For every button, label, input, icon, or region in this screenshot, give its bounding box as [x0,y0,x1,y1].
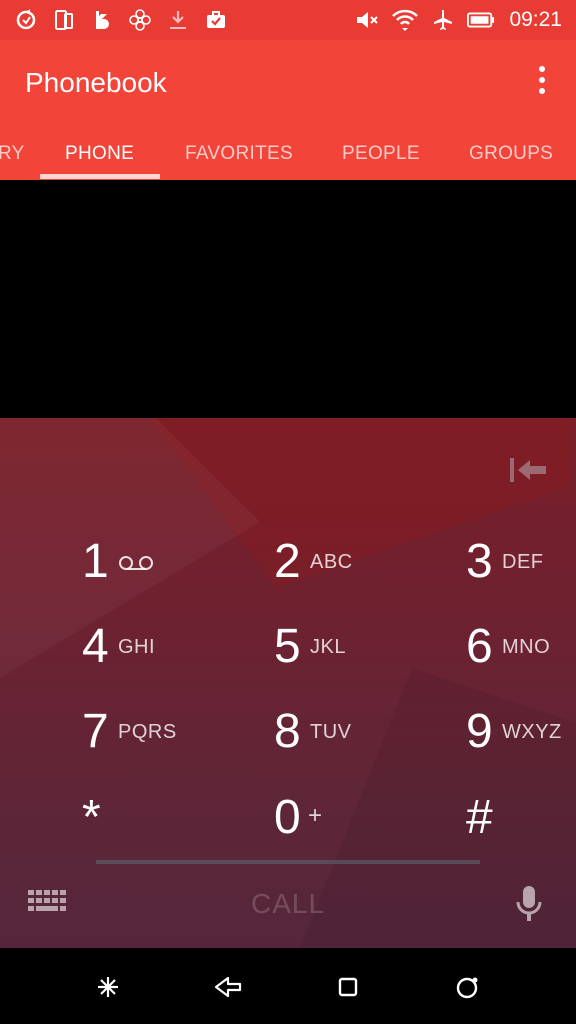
sync-icon [12,6,40,34]
results-area [0,180,576,418]
key-hash[interactable]: # [466,788,576,848]
notification-icons [12,6,230,34]
back-icon[interactable] [213,972,243,1002]
flower-icon [126,6,154,34]
status-clock: 09:21 [509,8,562,31]
recents-circle-icon[interactable] [453,972,483,1002]
airplane-icon [429,6,457,34]
bloomberg-icon [88,6,116,34]
backspace-icon[interactable] [508,454,548,486]
tab-phone[interactable]: PHONE [65,143,134,165]
tab-groups[interactable]: GROUPS [469,143,553,165]
briefcase-check-icon [202,6,230,34]
home-square-icon[interactable] [333,972,363,1002]
key-star[interactable]: * [82,788,232,848]
number-field-underline [96,860,480,864]
status-bar: 09:21 [0,0,576,40]
key-4[interactable]: 4 GHI [82,617,232,677]
app-title: Phonebook [25,67,167,98]
tab-people[interactable]: PEOPLE [342,143,420,165]
battery-icon [467,6,495,34]
asterisk-icon[interactable] [93,972,123,1002]
key-3[interactable]: 3 DEF [466,532,576,592]
microphone-icon[interactable] [514,884,544,924]
keyboard-icon[interactable] [26,888,70,918]
key-5[interactable]: 5 JKL [274,617,424,677]
wifi-icon [391,6,419,34]
tab-favorites[interactable]: FAVORITES [185,143,293,165]
mute-icon [353,6,381,34]
key-2[interactable]: 2 ABC [274,532,424,592]
tab-bar: RY PHONE FAVORITES PEOPLE GROUPS [0,136,576,180]
key-9[interactable]: 9 WXYZ [466,702,576,762]
more-vert-icon[interactable] [536,66,548,102]
active-tab-indicator [40,174,160,179]
dialpad: 1 2 ABC 3 DEF 4 GHI 5 JKL 6 MNO 7 PQRS 8… [0,418,576,948]
tab-history[interactable]: RY [0,143,25,165]
key-1[interactable]: 1 [82,532,232,592]
key-6[interactable]: 6 MNO [466,617,576,677]
download-icon [164,6,192,34]
navigation-bar [0,948,576,1024]
call-button[interactable]: CALL [200,884,376,924]
key-7[interactable]: 7 PQRS [82,702,232,762]
key-8[interactable]: 8 TUV [274,702,424,762]
key-0[interactable]: 0 + [274,788,424,848]
system-icons: 09:21 [353,6,562,34]
app-bar: Phonebook RY PHONE FAVORITES PEOPLE GROU… [0,40,576,180]
voicemail-icon [119,556,153,570]
tablet-icon [50,6,78,34]
